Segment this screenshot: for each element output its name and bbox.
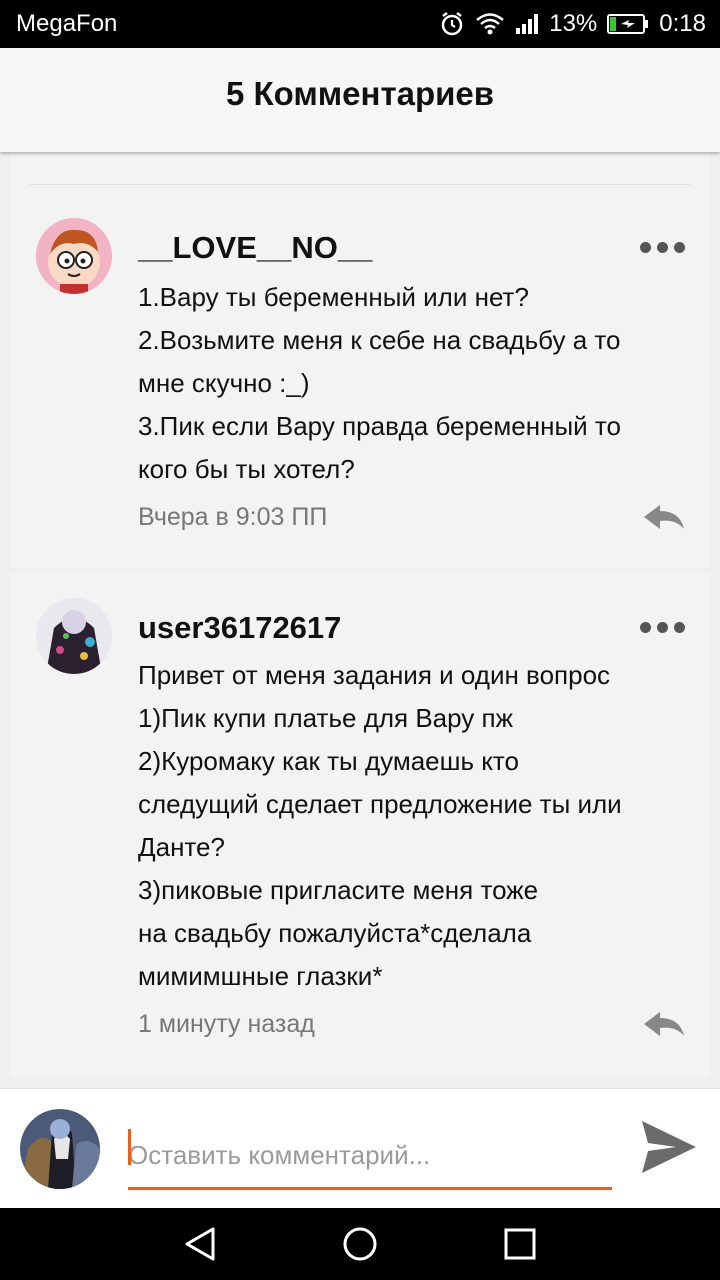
system-navigation-bar (0, 1208, 720, 1280)
reply-icon[interactable] (642, 503, 686, 538)
comment-input[interactable] (128, 1123, 612, 1190)
comment-line: 1.Вару ты беременный или нет? (138, 282, 529, 312)
comment-text: Привет от меня задания и один вопрос 1)П… (138, 654, 698, 998)
status-bar: MegaFon 13% 0:18 (0, 0, 720, 48)
current-user-avatar[interactable] (20, 1109, 100, 1189)
comment-line: 3)пиковые пригласите меня тоже (138, 875, 539, 905)
comment-composer (0, 1088, 720, 1209)
send-icon[interactable] (640, 1119, 698, 1180)
recent-apps-icon[interactable] (503, 1226, 537, 1267)
comment-author[interactable]: __LOVE__NO__ (138, 230, 372, 266)
comment-author[interactable]: user36172617 (138, 610, 341, 646)
comment-line: 2.Возьмите меня к себе на свадьбу а то (138, 325, 621, 355)
comment-line: 2)Куромаку как ты думаешь кто (138, 746, 519, 776)
comment-timestamp: 1 минуту назад (138, 1010, 315, 1038)
divider (30, 184, 690, 185)
comment-line: кого бы ты хотел? (138, 454, 355, 484)
alarm-icon (439, 11, 465, 37)
wifi-icon (475, 12, 505, 36)
comment-timestamp: Вчера в 9:03 ПП (138, 503, 328, 531)
comment-line: на свадьбу пожалуйста*сделала (138, 918, 532, 948)
more-options-icon[interactable] (640, 622, 685, 633)
app-header: 5 Комментариев (0, 48, 720, 152)
battery-percent: 13% (549, 10, 598, 37)
page-title: 5 Комментариев (225, 75, 495, 112)
comment-line: Привет от меня задания и один вопрос (138, 660, 611, 690)
signal-icon (515, 12, 539, 36)
comment-card: user36172617 Привет от меня задания и од… (10, 572, 710, 1078)
comment-list[interactable]: __LOVE__NO__ 1.Вару ты беременный или не… (0, 152, 720, 1088)
text-caret (128, 1129, 131, 1165)
battery-charging-icon (607, 13, 649, 35)
comment-line: 3.Пик если Вару правда беременный то (138, 411, 621, 441)
comment-line: Данте? (138, 832, 225, 862)
home-icon[interactable] (341, 1226, 379, 1267)
comment-line: мимимшные глазки* (138, 961, 383, 991)
reply-icon[interactable] (642, 1010, 686, 1045)
comment-text: 1.Вару ты беременный или нет? 2.Возьмите… (138, 276, 698, 491)
more-options-icon[interactable] (640, 242, 685, 253)
back-icon[interactable] (183, 1226, 217, 1267)
comment-line: мне скучно :_) (138, 368, 310, 398)
comment-line: 1)Пик купи платье для Вару пж (138, 703, 514, 733)
avatar[interactable] (36, 598, 112, 674)
comment-line: следущий сделает предложение ты или (138, 789, 622, 819)
clock: 0:18 (659, 10, 706, 37)
avatar[interactable] (36, 218, 112, 294)
comment-card: __LOVE__NO__ 1.Вару ты беременный или не… (10, 192, 710, 568)
carrier-name: MegaFon (16, 10, 118, 37)
